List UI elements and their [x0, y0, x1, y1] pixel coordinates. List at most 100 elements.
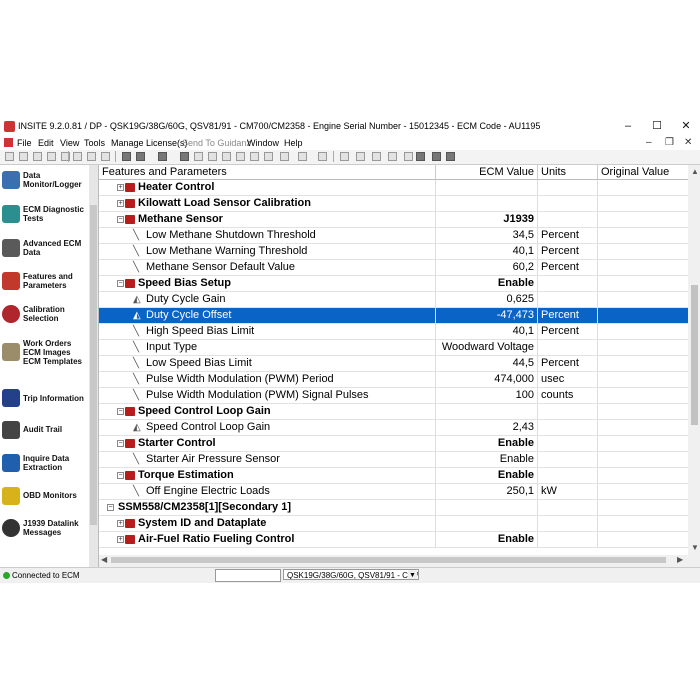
table-row[interactable]: − Speed Bias Setup Enable [99, 276, 688, 292]
table-row[interactable]: ╲ Off Engine Electric Loads 250,1 kW [99, 484, 688, 500]
table-row[interactable]: + Heater Control [99, 180, 688, 196]
import-icon[interactable] [446, 152, 455, 161]
ecm-value-cell[interactable]: Enable [436, 468, 538, 483]
find-icon[interactable] [158, 152, 167, 161]
expand-toggle-icon[interactable]: + [117, 520, 124, 527]
disconnect-icon[interactable] [19, 152, 28, 161]
sidebar-item-advanced-ecm[interactable]: Advanced ECM Data [0, 235, 88, 267]
sidebar-item-calibration[interactable]: Calibration Selection [0, 301, 88, 333]
ecm-value-cell[interactable] [436, 516, 538, 531]
sidebar-item-audit[interactable]: Audit Trail [0, 417, 88, 449]
print-icon[interactable] [122, 152, 131, 161]
header-original-value[interactable]: Original Value [598, 165, 688, 180]
expand-toggle-icon[interactable]: − [117, 216, 124, 223]
table-row[interactable]: − Starter Control Enable [99, 436, 688, 452]
expand-toggle-icon[interactable]: − [117, 280, 124, 287]
ecm-value-cell[interactable]: 40,1 [436, 324, 538, 339]
ecm-value-cell[interactable]: 60,2 [436, 260, 538, 275]
ecm-value-cell[interactable] [436, 404, 538, 419]
sort-icon[interactable] [236, 152, 245, 161]
table-row[interactable]: + Kilowatt Load Sensor Calibration [99, 196, 688, 212]
table-row[interactable]: − Methane Sensor J1939 [99, 212, 688, 228]
copy-icon[interactable] [87, 152, 96, 161]
table-row[interactable]: ╲ Low Methane Shutdown Threshold 34,5 Perce… [99, 228, 688, 244]
table-row[interactable]: ╲ Low Methane Warning Threshold 40,1 Percen… [99, 244, 688, 260]
menu-file[interactable]: File [17, 138, 32, 148]
menu-window[interactable]: Window [247, 138, 279, 148]
print-preview-icon[interactable] [136, 152, 145, 161]
menu-send-to-guidanz[interactable]: Send To Guidanz [182, 138, 251, 148]
cut-icon[interactable] [73, 152, 82, 161]
table-row[interactable]: ╲ High Speed Bias Limit 40,1 Percent [99, 324, 688, 340]
ecm-value-cell[interactable] [436, 500, 538, 515]
menu-edit[interactable]: Edit [38, 138, 54, 148]
menu-help[interactable]: Help [284, 138, 303, 148]
ecm-value-cell[interactable]: 250,1 [436, 484, 538, 499]
connect-icon[interactable] [5, 152, 14, 161]
table-row[interactable]: + System ID and Dataplate [99, 516, 688, 532]
sidebar-item-ecm-diagnostic[interactable]: ECM Diagnostic Tests [0, 201, 88, 233]
ecm-value-cell[interactable]: Enable [436, 436, 538, 451]
mdi-close-button[interactable]: ✕ [684, 137, 692, 148]
chevron-down-icon[interactable]: ▼ [408, 570, 417, 579]
table-row[interactable]: ◭ Duty Cycle Gain 0,625 [99, 292, 688, 308]
table-row[interactable]: − Speed Control Loop Gain [99, 404, 688, 420]
sidebar-item-obd[interactable]: OBD Monitors [0, 483, 88, 515]
ecm-value-cell[interactable]: Enable [436, 276, 538, 291]
pause-icon[interactable] [388, 152, 397, 161]
ecm-value-cell[interactable]: 0,625 [436, 292, 538, 307]
properties-icon[interactable] [180, 152, 189, 161]
rewind-icon[interactable] [340, 152, 349, 161]
table-row[interactable]: ╲ Input Type Woodward Voltage [99, 340, 688, 356]
table-row[interactable]: ╲ Low Speed Bias Limit 44,5 Percent [99, 356, 688, 372]
stop-icon[interactable] [404, 152, 413, 161]
sidebar-item-features[interactable]: Features and Parameters [0, 268, 88, 300]
table-row-selected[interactable]: ◭ Duty Cycle Offset -47,473 Percent [99, 308, 688, 324]
ecm-value-cell[interactable] [436, 196, 538, 211]
sidebar-item-data-monitor[interactable]: Data Monitor/Logger [0, 167, 88, 199]
scroll-down-icon[interactable]: ▼ [691, 543, 699, 552]
play-icon[interactable] [372, 152, 381, 161]
sidebar-item-j1939[interactable]: J1939 Datalink Messages [0, 515, 88, 547]
expand-toggle-icon[interactable]: + [117, 184, 124, 191]
tree-icon[interactable] [250, 152, 259, 161]
menu-tools[interactable]: Tools [84, 138, 105, 148]
sidebar-scrollbar[interactable] [89, 165, 98, 571]
ecm-value-cell[interactable]: 2,43 [436, 420, 538, 435]
scroll-left-icon[interactable]: ◀ [101, 555, 107, 564]
grid-horizontal-scrollbar[interactable]: ◀ ▶ [99, 555, 688, 565]
table-row[interactable]: − Torque Estimation Enable [99, 468, 688, 484]
paste-icon[interactable] [101, 152, 110, 161]
maximize-button[interactable]: ☐ [646, 119, 668, 134]
scroll-up-icon[interactable]: ▲ [691, 167, 699, 176]
mdi-restore-button[interactable]: ❐ [665, 137, 674, 148]
ecm-value-cell[interactable]: Enable [436, 452, 538, 467]
table-row[interactable]: ╲ Pulse Width Modulation (PWM) Period 474,… [99, 372, 688, 388]
ecm-value-cell[interactable]: 40,1 [436, 244, 538, 259]
sidebar-scrollbar-thumb[interactable] [90, 205, 97, 525]
menu-view[interactable]: View [60, 138, 79, 148]
mdi-minimize-button[interactable]: – [646, 137, 652, 148]
header-units[interactable]: Units [538, 165, 598, 180]
filter-icon[interactable] [298, 152, 307, 161]
table-row[interactable]: ◭ Speed Control Loop Gain 2,43 [99, 420, 688, 436]
ecm-value-cell[interactable]: J1939 [436, 212, 538, 227]
engine-select[interactable]: QSK19G/38G/60G, QSV81/91 - CM7 ▼ [283, 569, 419, 580]
scroll-right-icon[interactable]: ▶ [677, 555, 683, 564]
link-icon[interactable] [208, 152, 217, 161]
refresh-icon[interactable] [33, 152, 42, 161]
grid-vertical-thumb[interactable] [691, 285, 698, 425]
expand-toggle-icon[interactable]: − [117, 472, 124, 479]
grid-icon[interactable] [264, 152, 273, 161]
save-icon[interactable] [47, 152, 56, 161]
table-row[interactable]: + Air-Fuel Ratio Fueling Control Enable [99, 532, 688, 548]
ecm-value-cell[interactable]: 100 [436, 388, 538, 403]
expand-toggle-icon[interactable]: − [107, 504, 114, 511]
step-back-icon[interactable] [356, 152, 365, 161]
ecm-value-cell[interactable]: 44,5 [436, 356, 538, 371]
expand-toggle-icon[interactable]: + [117, 536, 124, 543]
document-icon[interactable] [4, 138, 13, 147]
list-icon[interactable] [318, 152, 327, 161]
calendar-icon[interactable] [222, 152, 231, 161]
table-row[interactable]: ╲ Pulse Width Modulation (PWM) Signal Pul… [99, 388, 688, 404]
